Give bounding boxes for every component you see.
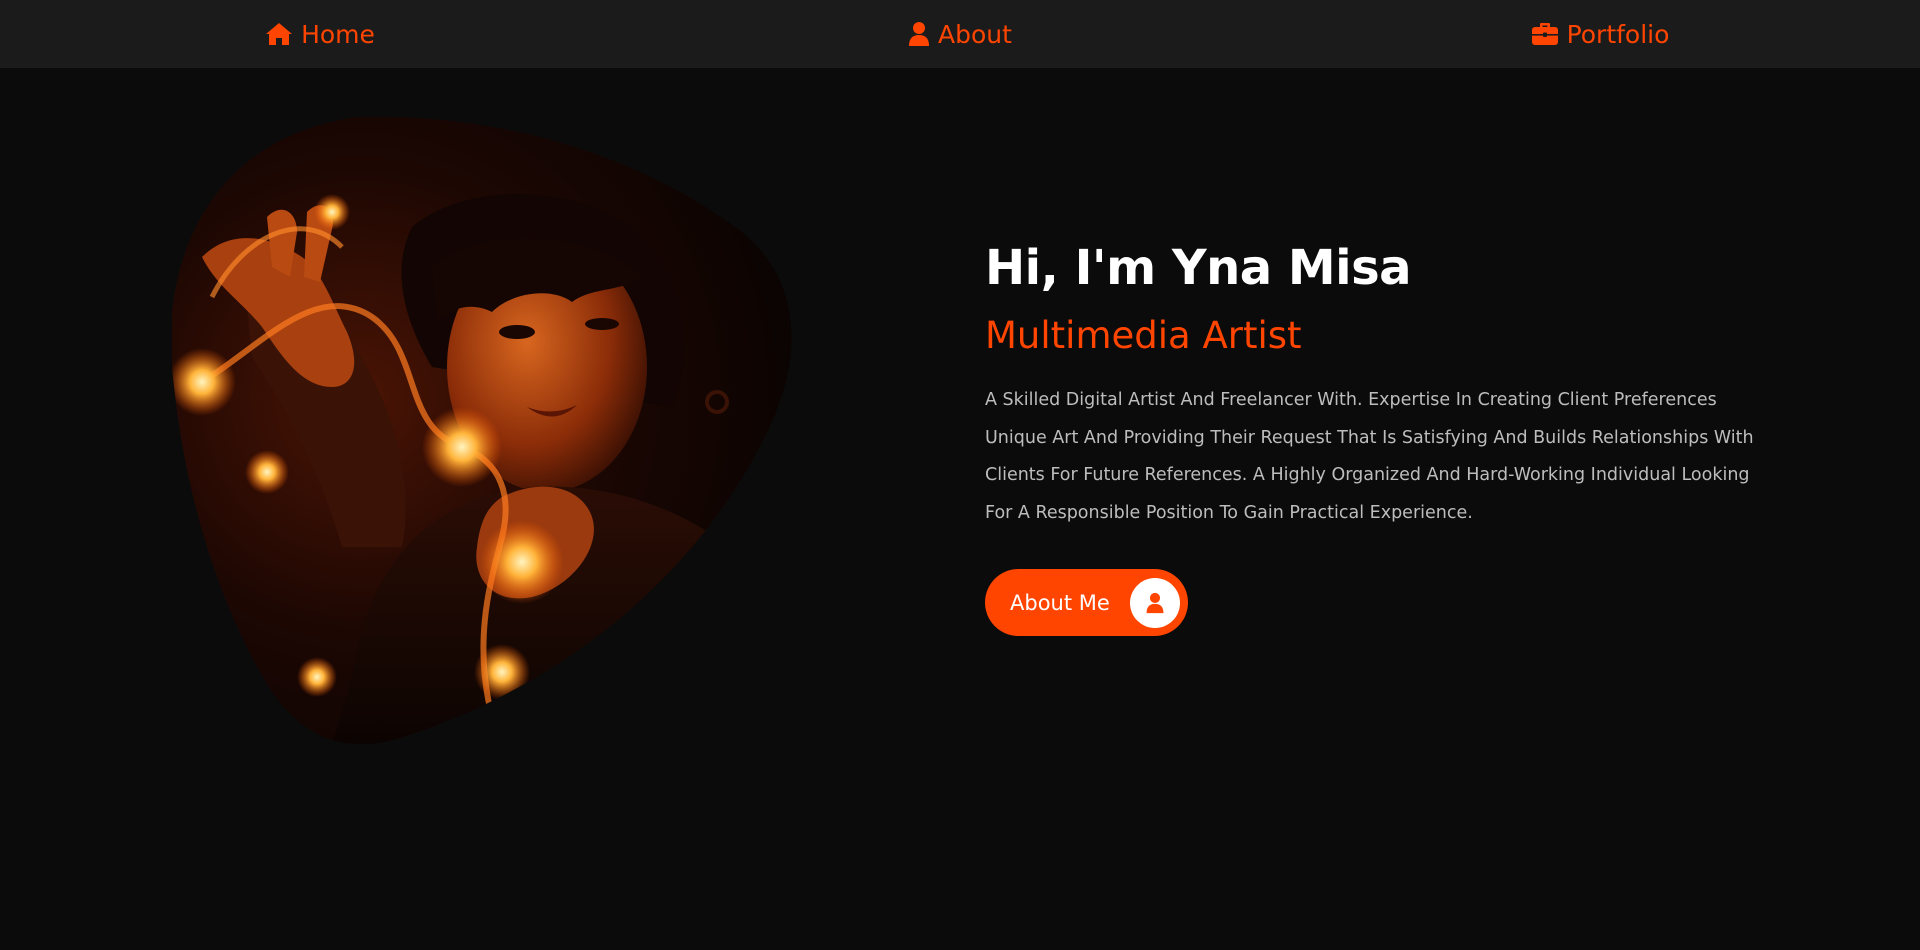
user-icon bbox=[1130, 577, 1180, 628]
hero-role: Multimedia Artist bbox=[985, 314, 1302, 357]
portrait-photo bbox=[172, 117, 800, 744]
about-me-button-label: About Me bbox=[1010, 590, 1110, 615]
nav-about-link[interactable]: About bbox=[640, 0, 1280, 68]
hero-description: A Skilled Digital Artist And Freelancer … bbox=[985, 390, 1754, 523]
briefcase-icon bbox=[1531, 22, 1559, 46]
nav-home-label: Home bbox=[301, 19, 375, 49]
navbar: Home About Portfolio bbox=[0, 0, 1920, 68]
nav-home-link[interactable]: Home bbox=[0, 0, 640, 68]
hero-greeting: Hi, I'm Yna Misa bbox=[985, 240, 1412, 296]
user-icon bbox=[908, 21, 930, 47]
nav-about-label: About bbox=[938, 19, 1012, 49]
nav-portfolio-label: Portfolio bbox=[1566, 19, 1670, 49]
nav-portfolio-link[interactable]: Portfolio bbox=[1280, 0, 1920, 68]
home-icon bbox=[265, 22, 293, 46]
about-me-button[interactable]: About Me bbox=[985, 569, 1188, 636]
hero-intro: Hi, I'm Yna Misa Multimedia Artist A Ski… bbox=[985, 236, 1760, 532]
